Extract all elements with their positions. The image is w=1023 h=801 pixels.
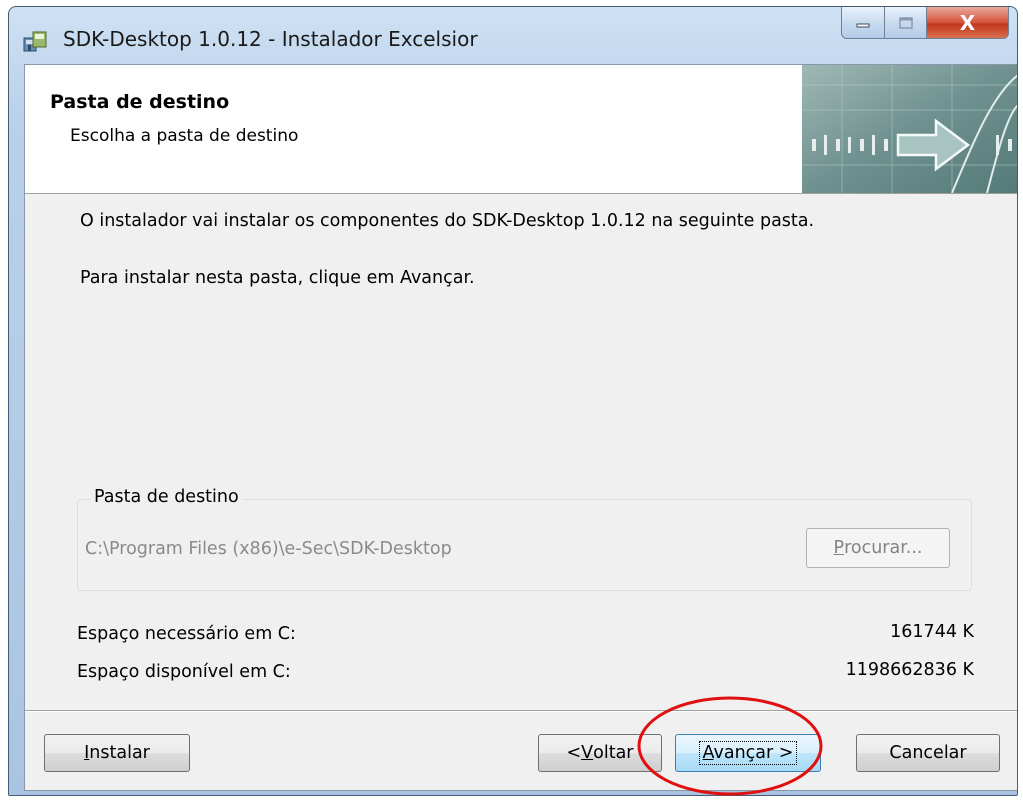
available-space-label: Espaço disponível em C: xyxy=(77,662,291,682)
install-button[interactable]: Instalar xyxy=(44,734,190,772)
page-title: Pasta de destino xyxy=(50,91,230,113)
destination-folder-group: Pasta de destino C:\Program Files (x86)\… xyxy=(77,487,972,591)
window-title: SDK-Desktop 1.0.12 - Instalador Excelsio… xyxy=(63,27,478,51)
required-space-value: 161744 K xyxy=(890,622,974,642)
minimize-icon xyxy=(856,23,870,27)
installer-client-area: Pasta de destino Escolha a pasta de dest… xyxy=(24,64,1017,791)
wizard-header: Pasta de destino Escolha a pasta de dest… xyxy=(25,65,1017,194)
installer-window: SDK-Desktop 1.0.12 - Instalador Excelsio… xyxy=(8,6,1018,796)
required-space-label: Espaço necessário em C: xyxy=(77,624,296,644)
caption-buttons: X xyxy=(841,7,1009,41)
cancel-button[interactable]: Cancelar xyxy=(856,734,1000,772)
arrow-right-banner-icon xyxy=(802,65,1017,193)
close-icon: X xyxy=(959,10,976,35)
destination-path: C:\Program Files (x86)\e-Sec\SDK-Desktop xyxy=(85,539,452,559)
available-space-value: 1198662836 K xyxy=(845,660,974,680)
description-line-2: Para instalar nesta pasta, clique em Ava… xyxy=(80,268,475,288)
description-line-1: O instalador vai instalar os componentes… xyxy=(80,211,815,231)
footer-separator xyxy=(25,710,1017,712)
minimize-button[interactable] xyxy=(841,7,885,39)
maximize-button[interactable] xyxy=(885,7,927,39)
next-button-focus: Avançar > xyxy=(698,741,798,765)
next-button[interactable]: Avançar > xyxy=(675,734,821,772)
browse-button[interactable]: Procurar... xyxy=(806,528,950,568)
back-button[interactable]: < Voltar xyxy=(538,734,662,772)
destination-group-label: Pasta de destino xyxy=(90,487,243,507)
installer-app-icon xyxy=(23,31,47,52)
page-subtitle: Escolha a pasta de destino xyxy=(70,126,299,146)
maximize-icon xyxy=(898,16,913,29)
close-button[interactable]: X xyxy=(927,7,1009,39)
